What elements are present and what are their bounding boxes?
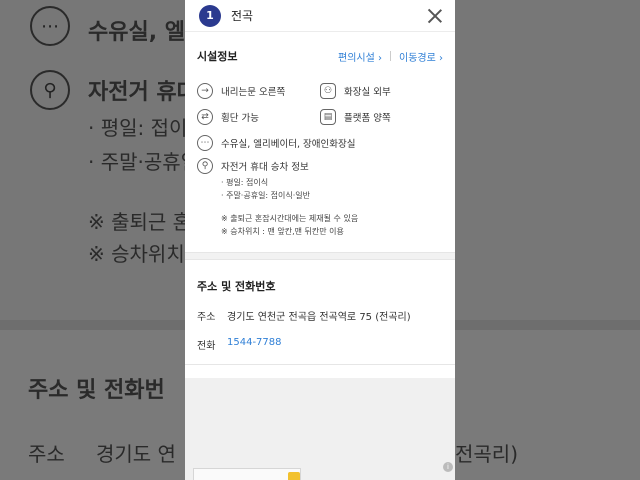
- contact-section: 주소 및 전화번호 주소 경기도 연천군 전곡읍 전곡역로 75 (전곡리) 전…: [185, 260, 455, 365]
- toilet-icon: ⚇: [320, 83, 336, 99]
- bike-details: · 평일: 접이식 · 주말·공휴일: 접이식·일반 ※ 출퇴근 혼잡시간대에는…: [197, 176, 443, 238]
- amenities-info: ⋯ 수유실, 엘리베이터, 장애인화장실: [197, 130, 443, 156]
- bg-text: 자전거 휴대: [88, 80, 197, 105]
- address-value: 경기도 연천군 전곡읍 전곡역로 75 (전곡리): [227, 312, 411, 323]
- bike-info: ⚲ 자전거 휴대 승차 정보: [197, 156, 443, 176]
- route-link[interactable]: 이동경로 ›: [399, 49, 443, 64]
- bike-title: 자전거 휴대 승차 정보: [221, 162, 309, 173]
- bike-note: ※ 승차위치 : 맨 앞칸,맨 뒤칸만 이용: [221, 227, 344, 236]
- station-info-panel: 1 전곡 시설정보 편의시설 › 이동경로 › → 내리는문 오른쪽 ⚇ 화장실…: [185, 0, 455, 480]
- ad-tag: [288, 472, 300, 480]
- platform-label: 플랫폼 양쪽: [344, 113, 391, 124]
- bike-icon: ⚲: [197, 158, 213, 174]
- bike-note: ※ 출퇴근 혼잡시간대에는 제재될 수 있음: [221, 214, 359, 223]
- divider: [390, 51, 392, 61]
- bg-text: 경기도 연: [96, 442, 176, 466]
- bg-text: 주소: [28, 442, 65, 466]
- bike-icon: ⚲: [30, 70, 70, 110]
- contact-title: 주소 및 전화번호: [197, 280, 276, 293]
- amenities-label: 수유실, 엘리베이터, 장애인화장실: [221, 139, 356, 150]
- empty-area: i: [185, 378, 455, 480]
- bg-text: ※ 출퇴근 혼: [88, 210, 192, 234]
- bg-text: 전곡리): [455, 442, 519, 466]
- facility-title: 시설정보: [197, 50, 238, 63]
- bg-text: 수유실, 엘: [88, 20, 185, 45]
- bike-weekend: · 주말·공휴일: 접이식·일반: [221, 191, 311, 200]
- bg-text: · 주말·공휴일: [88, 150, 200, 174]
- ad-banner[interactable]: [193, 468, 301, 480]
- facility-section: 시설정보 편의시설 › 이동경로 › → 내리는문 오른쪽 ⚇ 화장실 외부 ⇄…: [185, 32, 455, 246]
- phone-link[interactable]: 1544-7788: [227, 337, 282, 352]
- exchange-icon: ⇄: [197, 109, 213, 125]
- close-icon[interactable]: [425, 6, 445, 26]
- bg-text: ※ 승차위치: [88, 242, 185, 266]
- toilet-info: ⚇ 화장실 외부: [320, 78, 443, 104]
- phone-label: 전화: [197, 341, 216, 352]
- more-icon: ⋯: [197, 135, 213, 151]
- phone-row: 전화 1544-7788: [197, 337, 443, 352]
- crossing-info: ⇄ 횡단 가능: [197, 104, 320, 130]
- info-icon[interactable]: i: [443, 462, 453, 472]
- bg-text: · 평일: 접이: [88, 116, 188, 140]
- address-label: 주소: [197, 312, 216, 323]
- door-info: → 내리는문 오른쪽: [197, 78, 320, 104]
- train-icon: ▤: [320, 109, 336, 125]
- arrow-right-icon: →: [197, 83, 213, 99]
- facility-link[interactable]: 편의시설 ›: [338, 49, 382, 64]
- line-badge: 1: [199, 4, 221, 27]
- section-gap: [185, 252, 455, 260]
- door-label: 내리는문 오른쪽: [221, 87, 286, 98]
- station-name: 전곡: [231, 9, 254, 23]
- more-icon: ⋯: [30, 6, 70, 46]
- bg-text: 주소 및 전화번: [28, 378, 165, 403]
- platform-info: ▤ 플랫폼 양쪽: [320, 104, 443, 130]
- bike-weekday: · 평일: 접이식: [221, 178, 269, 187]
- panel-header: 1 전곡: [185, 0, 455, 32]
- toilet-label: 화장실 외부: [344, 87, 391, 98]
- address-row: 주소 경기도 연천군 전곡읍 전곡역로 75 (전곡리): [197, 308, 443, 323]
- crossing-label: 횡단 가능: [221, 113, 259, 124]
